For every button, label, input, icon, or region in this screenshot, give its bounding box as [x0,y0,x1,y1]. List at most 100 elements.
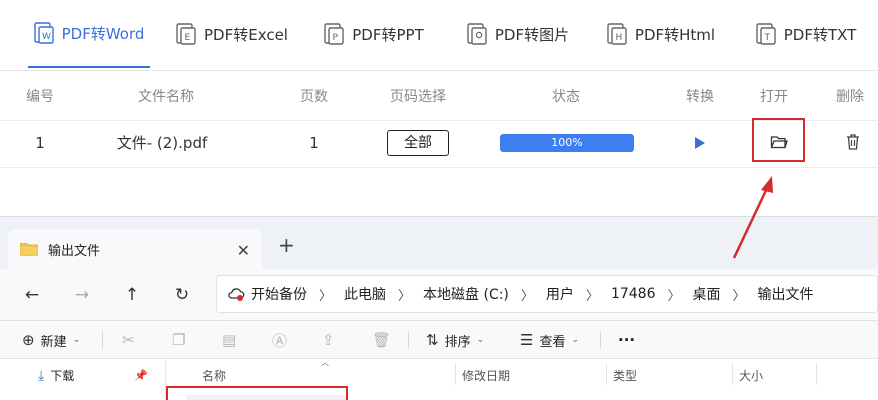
refresh-icon[interactable]: ↻ [172,285,192,305]
breadcrumb-item[interactable]: 用户 [546,284,574,304]
view-button[interactable]: ☰ 查看 ⌄ [520,321,579,359]
chevron-right-icon: 〉 [398,288,412,304]
highlight-box [752,118,805,162]
paste-button[interactable]: ▤ [222,321,236,359]
view-label: 查看 [539,334,566,350]
column-header: 文件名称 [138,89,194,105]
divider [408,331,409,349]
tab-pdf-to-html[interactable]: H PDF转Html [600,0,722,68]
download-icon: ⤓ [38,367,45,384]
screen: W PDF转Word E PDF转Excel P PDF转PPT PDF转图片 … [0,0,878,400]
breadcrumb-item[interactable]: 本地磁盘 (C:) [423,284,509,304]
close-icon[interactable]: ✕ [237,241,250,260]
back-icon[interactable]: ← [22,285,42,305]
file-explorer-window: 输出文件 ✕ + ← → ↑ ↻ 开始备份 〉 此电脑 〉 本地磁盘 (C:) … [0,216,878,400]
sort-button[interactable]: ⇅ 排序 ⌄ [426,321,484,359]
scissors-icon: ✂ [122,331,135,349]
column-header: 页码选择 [390,89,446,105]
trash-icon[interactable] [845,133,861,151]
conversion-tabs: W PDF转Word E PDF转Excel P PDF转PPT PDF转图片 … [0,0,878,70]
column-header: 打开 [760,89,788,105]
breadcrumb-item[interactable]: 桌面 [693,284,721,304]
divider [732,363,733,385]
sort-icon: ⇅ [426,331,439,349]
tab-pdf-to-image[interactable]: PDF转图片 [458,0,578,68]
folder-icon [20,242,38,256]
cut-button[interactable]: ✂ [122,321,135,359]
divider [0,70,878,71]
tab-label: PDF转Word [61,24,145,43]
explorer-tab[interactable]: 输出文件 ✕ [8,229,262,269]
sidebar-item-label: 下载 [50,369,75,383]
chevron-down-icon: ⌄ [571,335,580,345]
view-icon: ☰ [520,331,534,349]
tab-pdf-to-excel[interactable]: E PDF转Excel [172,0,292,68]
progress-text: 100% [551,136,583,149]
column-header: 删除 [836,89,864,105]
file-list-area: ⤓ 下载 📌 ︿ 名称 修改日期 类型 大小 [0,358,878,400]
up-icon[interactable]: ↑ [122,285,142,305]
svg-text:W: W [42,32,51,42]
forward-icon[interactable]: → [72,285,92,305]
column-header-size[interactable]: 大小 [739,367,763,384]
divider [455,363,456,385]
chevron-right-icon: 〉 [732,288,746,304]
tab-label: PDF转Html [634,25,716,44]
column-header: 转换 [686,89,714,105]
sort-label: 排序 [444,334,471,350]
page-select-button[interactable]: 全部 [387,130,449,156]
pdf-to-txt-icon: T [756,23,776,45]
cloud-backup-icon [227,286,245,302]
rename-icon: Ⓐ [272,331,288,350]
play-icon[interactable] [694,136,706,150]
table-row: 1 文件- (2).pdf 1 全部 100% [0,121,878,167]
more-button[interactable]: ··· [618,321,635,359]
chevron-right-icon: 〉 [667,288,681,304]
divider [606,363,607,385]
tab-pdf-to-word[interactable]: W PDF转Word [28,0,150,68]
column-header: 页数 [300,89,328,105]
trash-icon: 🗑 [372,331,392,349]
copy-button[interactable]: ❐ [172,321,185,359]
new-tab-button[interactable]: + [278,233,295,257]
breadcrumb-item[interactable]: 开始备份 [251,284,307,304]
divider [816,363,817,385]
file-name: 文件- (2).pdf [116,134,208,152]
svg-text:E: E [185,33,191,43]
rename-button[interactable]: Ⓐ [272,321,287,359]
column-header-type[interactable]: 类型 [613,367,637,384]
plus-circle-icon: ⊕ [22,331,35,349]
column-header-modified[interactable]: 修改日期 [462,367,510,384]
row-index: 1 [35,134,45,152]
tab-label: PDF转Excel [204,25,288,44]
svg-text:T: T [763,33,770,43]
tab-label: PDF转PPT [352,25,424,44]
breadcrumb-item[interactable]: 17486 [611,286,656,302]
delete-button[interactable]: 🗑 [372,321,391,359]
navigation-bar: ← → ↑ ↻ 开始备份 〉 此电脑 〉 本地磁盘 (C:) 〉 用户 〉 17… [0,269,878,321]
share-button[interactable]: ⇪ [322,321,335,359]
pdf-to-image-icon [467,23,487,45]
breadcrumb-item[interactable]: 此电脑 [344,284,386,304]
command-bar: ⊕ 新建 ⌄ ✂ ❐ ▤ Ⓐ ⇪ 🗑 ⇅ 排序 ⌄ ☰ 查看 ⌄ ··· [0,321,878,359]
sort-caret-icon: ︿ [321,358,329,367]
pdf-to-html-icon: H [607,23,627,45]
pdf-to-word-icon: W [33,22,54,44]
sidebar-item-downloads[interactable]: ⤓ 下载 [38,367,74,384]
address-bar[interactable]: 开始备份 〉 此电脑 〉 本地磁盘 (C:) 〉 用户 〉 17486 〉 桌面… [216,275,878,313]
column-header: 状态 [552,89,580,105]
table-header: 编号 文件名称 页数 页码选择 状态 转换 打开 删除 [0,78,878,116]
chevron-right-icon: 〉 [319,288,333,304]
divider [0,167,878,168]
share-icon: ⇪ [322,331,335,349]
pin-icon[interactable]: 📌 [134,369,148,382]
tab-label: PDF转图片 [494,25,570,44]
tab-pdf-to-ppt[interactable]: P PDF转PPT [314,0,434,68]
chevron-right-icon: 〉 [585,288,599,304]
tab-pdf-to-txt[interactable]: T PDF转TXT [746,0,866,68]
pdf-to-excel-icon: E [176,23,196,45]
new-button[interactable]: ⊕ 新建 ⌄ [22,321,80,359]
breadcrumb-item[interactable]: 输出文件 [758,284,814,304]
column-header-name[interactable]: 名称 [202,367,226,384]
tab-label: PDF转TXT [783,25,857,44]
